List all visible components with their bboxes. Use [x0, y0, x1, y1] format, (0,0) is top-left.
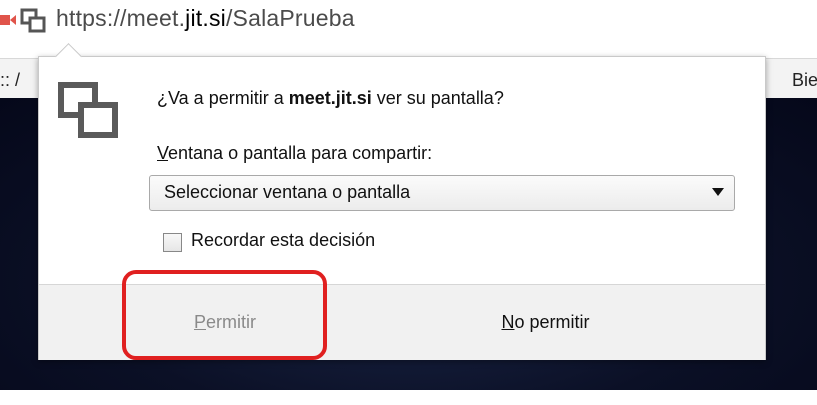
select-label-text: entana o pantalla para compartir:	[168, 143, 433, 163]
question-suffix: ver su pantalla?	[371, 88, 504, 108]
video-camera-icon[interactable]	[0, 12, 16, 28]
deny-button[interactable]: No permitir	[326, 285, 765, 360]
page-bottom-edge	[0, 390, 817, 405]
question-site: meet.jit.si	[288, 88, 372, 108]
highlight-annotation	[122, 270, 327, 360]
page-left-text: :: /	[0, 70, 21, 90]
chevron-down-icon[interactable]	[712, 188, 724, 196]
screen-share-icon	[58, 82, 118, 138]
remember-decision-checkbox[interactable]	[163, 233, 182, 252]
url-host: jit.si	[185, 5, 226, 31]
deny-accesskey: N	[501, 312, 515, 332]
remember-decision-label[interactable]: Recordar esta decisión	[191, 230, 375, 251]
deny-text: o permitir	[514, 312, 590, 332]
url-text[interactable]: https://meet.jit.si/SalaPrueba	[56, 5, 355, 32]
select-label: Ventana o pantalla para compartir:	[157, 143, 432, 164]
screen-share-icon[interactable]	[20, 8, 46, 34]
url-bar[interactable]: https://meet.jit.si/SalaPrueba	[0, 0, 817, 42]
permission-question: ¿Va a permitir a meet.jit.si ver su pant…	[157, 88, 504, 109]
window-or-screen-select[interactable]: Seleccionar ventana o pantalla	[149, 175, 735, 211]
page-right-text: Bie	[792, 70, 817, 90]
question-prefix: ¿Va a permitir a	[157, 88, 289, 108]
select-value: Seleccionar ventana o pantalla	[164, 182, 411, 202]
url-path: /SalaPrueba	[225, 5, 355, 31]
popup-arrow	[55, 43, 82, 70]
url-prefix: https://meet.	[56, 5, 186, 31]
select-label-accesskey: V	[157, 143, 169, 163]
